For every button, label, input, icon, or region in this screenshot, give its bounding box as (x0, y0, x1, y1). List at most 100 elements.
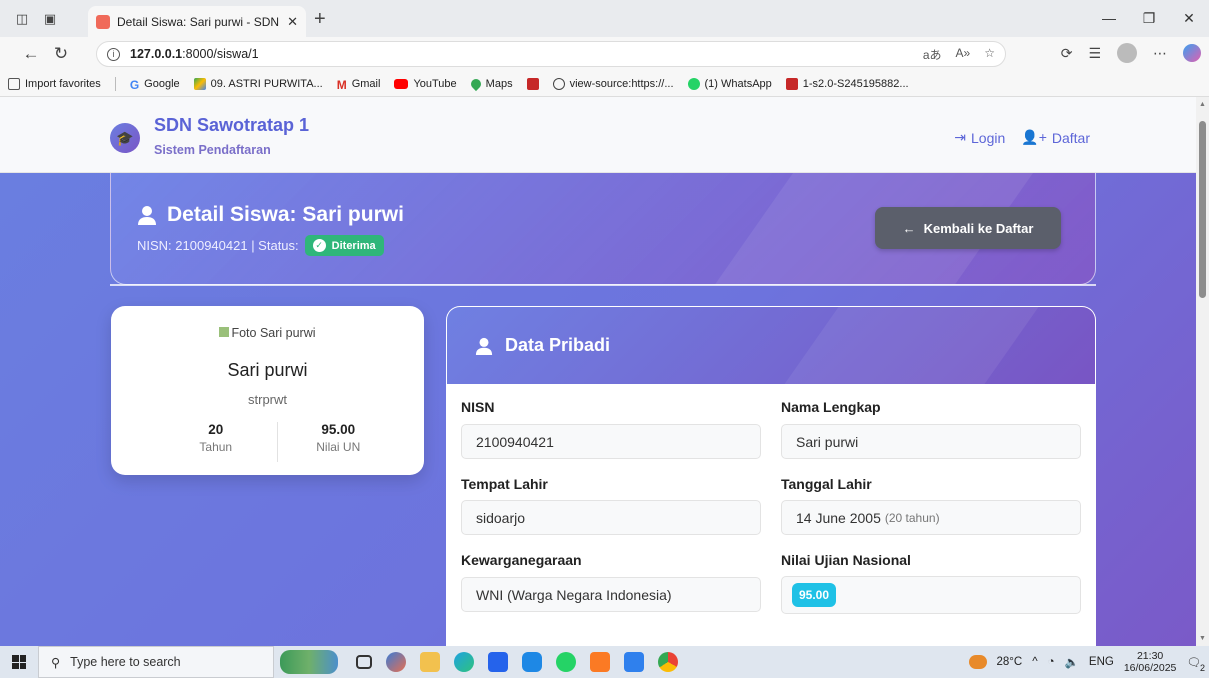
bookmark-label: view-source:https://... (569, 77, 674, 90)
exam-score-label: Nilai Ujian Nasional (781, 552, 911, 568)
profile-card: Foto Sari purwi Sari purwi strprwt 20 Tah… (111, 306, 424, 475)
weather-icon[interactable] (968, 655, 987, 669)
brand-name[interactable]: SDN Sawotratap 1 (154, 115, 309, 136)
whatsapp-app-icon[interactable] (556, 652, 576, 672)
store-icon[interactable] (488, 652, 508, 672)
clock-date: 16/06/2025 (1123, 662, 1177, 674)
age-label: Tahun (199, 440, 233, 454)
search-icon: ⚲ (51, 655, 61, 670)
bookmark-pdf-paper[interactable]: 1-s2.0-S245195882... (785, 77, 909, 90)
volume-icon[interactable]: 🔈 (1065, 655, 1079, 669)
maps-pin-icon (468, 76, 483, 91)
back-icon[interactable]: ← (16, 44, 46, 64)
login-link[interactable]: ⇥ Login (954, 129, 1005, 146)
browser-tab-active[interactable]: Detail Siswa: Sari purwi - SDN Saw ✕ (88, 6, 306, 37)
new-tab-icon[interactable]: + (314, 8, 326, 31)
url-path: :8000/siswa/1 (182, 47, 259, 61)
copilot-icon[interactable] (1183, 44, 1201, 62)
header-subtitle: NISN: 2100940421 | Status: ✓ Diterima (137, 235, 384, 256)
more-menu-icon[interactable]: ⋯ (1153, 45, 1167, 62)
language-indicator[interactable]: ENG (1089, 656, 1114, 668)
copilot-app-icon[interactable] (386, 652, 406, 672)
birthplace-field: sidoarjo (461, 500, 761, 535)
bookmark-maps[interactable]: Maps (468, 76, 513, 91)
stat-score: 95.00 Nilai UN (276, 422, 400, 462)
favorites-list-icon[interactable]: ☰ (1088, 45, 1101, 62)
task-view-icon[interactable] (356, 655, 372, 669)
bookmark-whatsapp[interactable]: (1) WhatsApp (687, 77, 772, 90)
notification-count: 2 (1199, 663, 1205, 673)
chrome-icon[interactable] (658, 652, 678, 672)
back-to-list-button[interactable]: ← Kembali ke Daftar (875, 207, 1061, 249)
score-value: 95.00 (321, 422, 356, 437)
close-window-icon[interactable]: ✕ (1169, 0, 1209, 36)
bookmark-youtube[interactable]: YouTube (394, 78, 457, 90)
scroll-up-icon[interactable]: ▲ (1199, 101, 1206, 108)
page-title-text: Detail Siswa: Sari purwi (167, 203, 404, 226)
bookmark-import-favorites[interactable]: Import favorites (8, 77, 101, 90)
user-icon (138, 206, 156, 225)
url-host: 127.0.0.1 (130, 47, 183, 61)
user-icon (475, 337, 493, 355)
gmail-icon: M (336, 77, 347, 92)
back-button-label: Kembali ke Daftar (923, 220, 1034, 236)
tray-arrow-icon[interactable]: ^ (1032, 656, 1037, 668)
bookmarks-bar: Import favorites G Google 09. ASTRI PURWI… (0, 71, 1209, 97)
brand-subtitle: Sistem Pendaftaran (154, 143, 271, 157)
notifications-icon[interactable]: 🗨 2 (1186, 655, 1205, 673)
graduation-cap-icon[interactable]: 🎓 (110, 123, 140, 153)
file-explorer-icon[interactable] (420, 652, 440, 672)
globe-icon (552, 77, 565, 90)
bookmark-gmail[interactable]: M Gmail (336, 77, 381, 92)
url-text: 127.0.0.1:8000/siswa/1 (130, 47, 259, 61)
workspaces-icon[interactable]: ◫ (8, 5, 36, 33)
exam-score-badge: 95.00 (792, 583, 837, 607)
temperature-text[interactable]: 28°C (997, 656, 1023, 668)
start-button[interactable] (0, 655, 38, 669)
taskbar-search-input[interactable]: ⚲ Type here to search (38, 646, 274, 678)
text-size-icon[interactable]: A» (956, 46, 971, 63)
bookmark-pdf[interactable] (526, 77, 539, 90)
age-value: 20 (208, 422, 224, 437)
broken-image-icon (219, 327, 230, 337)
google-icon: G (129, 77, 140, 92)
profile-avatar[interactable] (1117, 43, 1137, 63)
bookmark-google[interactable]: G Google (129, 77, 180, 92)
student-username: strprwt (248, 392, 287, 407)
birthdate-age: (20 tahun) (884, 510, 940, 525)
url-input[interactable]: i 127.0.0.1:8000/siswa/1 aあ A» ☆ (96, 41, 1006, 67)
citizenship-field: WNI (Warga Negara Indonesia) (461, 577, 761, 612)
xampp-icon[interactable] (590, 652, 610, 672)
tab-actions-icon[interactable]: ▣ (36, 5, 64, 33)
nisn-field: 2100940421 (461, 424, 761, 459)
page-scrollbar[interactable]: ▲ ▼ (1196, 97, 1209, 646)
extensions-icon[interactable]: ⟳ (1061, 45, 1073, 62)
close-tab-icon[interactable]: ✕ (287, 14, 298, 30)
user-plus-icon: 👤+ (1021, 129, 1047, 145)
edge-icon[interactable] (454, 652, 474, 672)
clock[interactable]: 21:30 16/06/2025 (1124, 650, 1177, 674)
favorite-star-icon[interactable]: ☆ (984, 46, 995, 63)
search-highlight-image[interactable] (280, 650, 338, 674)
birthplace-label: Tempat Lahir (461, 476, 548, 492)
outlook-icon[interactable] (522, 652, 542, 672)
photo-alt-text: Foto Sari purwi (231, 326, 316, 340)
vscode-icon[interactable] (624, 652, 644, 672)
bookmark-view-source[interactable]: view-source:https://... (552, 77, 674, 90)
import-icon (8, 77, 20, 90)
wifi-icon[interactable]: ◔ (1048, 656, 1055, 668)
bookmark-drive[interactable]: 09. ASTRI PURWITA... (193, 77, 323, 90)
site-info-icon[interactable]: i (107, 47, 120, 61)
arrow-left-icon: ← (902, 220, 916, 236)
bookmark-label: Google (144, 77, 180, 90)
score-label: Nilai UN (316, 440, 361, 454)
minimize-icon[interactable]: — (1089, 0, 1129, 36)
read-aloud-icon[interactable]: aあ (923, 46, 942, 63)
page-viewport: 🎓 SDN Sawotratap 1 Sistem Pendaftaran ⇥ L… (0, 97, 1196, 646)
restore-icon[interactable]: ❐ (1129, 0, 1169, 36)
scroll-down-icon[interactable]: ▼ (1199, 635, 1206, 642)
refresh-icon[interactable]: ↻ (46, 44, 76, 64)
scrollbar-thumb[interactable] (1199, 121, 1206, 298)
citizenship-label: Kewarganegaraan (461, 552, 582, 568)
register-link[interactable]: 👤+ Daftar (1021, 129, 1090, 146)
